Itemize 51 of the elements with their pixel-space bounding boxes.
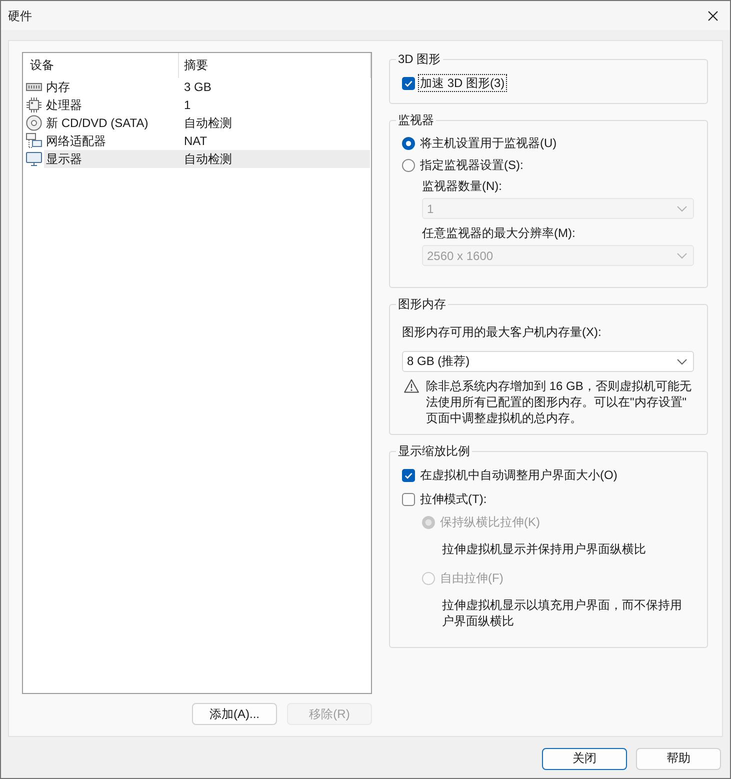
- device-name: 内存: [45, 78, 71, 96]
- description-text: 拉伸虚拟机显示以填充用户界面，而不保持用户界面纵横比: [442, 597, 683, 629]
- device-summary: NAT: [183, 134, 208, 148]
- device-name: 处理器: [45, 96, 83, 114]
- device-name: 新 CD/DVD (SATA): [45, 114, 150, 132]
- dialog-button[interactable]: 关闭: [542, 748, 627, 770]
- radio-button[interactable]: [402, 158, 415, 172]
- device-name: 网络适配器: [45, 132, 107, 150]
- description-text: 拉伸虚拟机显示并保持用户界面纵横比: [442, 541, 647, 557]
- checkbox-label[interactable]: 加速 3D 图形(3): [419, 75, 506, 91]
- checkbox[interactable]: [402, 76, 415, 90]
- list-button[interactable]: 添加(A)...: [192, 703, 277, 725]
- chevron-down-icon: [677, 358, 687, 364]
- field-label: 监视器数量(N):: [422, 178, 502, 195]
- column-header[interactable]: 设备: [23, 53, 179, 78]
- device-summary: 自动检测: [183, 150, 232, 168]
- device-summary: 1: [183, 98, 191, 112]
- device-row[interactable]: 新 CD/DVD (SATA) 自动检测: [44, 114, 370, 132]
- disc-icon: [26, 115, 42, 131]
- checkbox-label[interactable]: 拉伸模式(T):: [419, 491, 488, 507]
- group-title: 3D 图形: [397, 51, 442, 67]
- chip-icon: [26, 97, 42, 113]
- device-summary: 自动检测: [183, 114, 232, 132]
- checkbox[interactable]: [402, 468, 415, 482]
- radio-label[interactable]: 将主机设置用于监视器(U): [419, 135, 558, 151]
- device-row[interactable]: 网络适配器 NAT: [44, 132, 370, 150]
- close-icon: [708, 10, 718, 20]
- field-label: 任意监视器的最大分辨率(M):: [422, 225, 576, 242]
- radio-button[interactable]: [402, 136, 415, 150]
- network-icon: [26, 133, 42, 149]
- device-row[interactable]: 处理器 1: [44, 96, 370, 114]
- warning-icon: [404, 379, 419, 393]
- dropdown[interactable]: 8 GB (推荐): [402, 351, 694, 372]
- warning-text: 除非总系统内存增加到 16 GB，否则虚拟机可能无法使用所有已配置的图形内存。可以在"内存设置"页面中调整虚拟机的总内存。: [426, 378, 692, 426]
- group-title: 显示缩放比例: [397, 443, 471, 459]
- device-summary: 3 GB: [183, 80, 212, 94]
- group-title: 图形内存: [397, 296, 447, 312]
- field-label: 图形内存可用的最大客户机内存量(X):: [402, 324, 602, 341]
- chevron-down-icon: [677, 252, 687, 258]
- column-header[interactable]: 摘要: [179, 53, 371, 78]
- checkbox[interactable]: [402, 492, 415, 506]
- device-name: 显示器: [45, 150, 83, 168]
- group-title: 监视器: [397, 112, 435, 128]
- window-title: 硬件: [7, 8, 32, 24]
- dialog-button[interactable]: 帮助: [636, 748, 721, 770]
- radio-label[interactable]: 指定监视器设置(S):: [419, 157, 524, 173]
- checkbox-label[interactable]: 在虚拟机中自动调整用户界面大小(O): [419, 467, 618, 483]
- chevron-down-icon: [677, 206, 687, 212]
- device-row[interactable]: 内存 3 GB: [44, 78, 370, 96]
- monitor-icon: [26, 151, 42, 167]
- device-row[interactable]: 显示器 自动检测: [44, 150, 370, 168]
